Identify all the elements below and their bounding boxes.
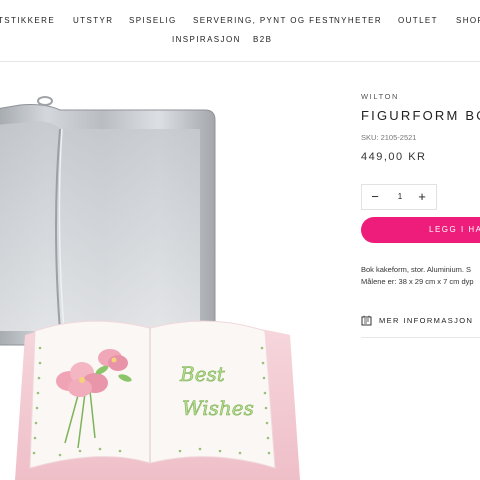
- quantity-stepper: − 1 +: [361, 184, 437, 210]
- nav-item-b2b[interactable]: B2B: [253, 35, 272, 44]
- description-line-2: Målene er: 38 x 29 cm x 7 cm dyp: [361, 277, 474, 286]
- plus-icon[interactable]: +: [412, 188, 432, 206]
- product-sku: SKU: 2105-2521: [361, 133, 417, 142]
- cake-text-wishes: Wishes: [182, 396, 254, 420]
- product-description: Bok kakeform, stor. Aluminium. S Målene …: [361, 264, 480, 288]
- more-information-label: MER INFORMASJON: [379, 316, 474, 325]
- product-title: FIGURFORM BO: [361, 108, 480, 123]
- minus-icon[interactable]: −: [365, 188, 385, 206]
- product-image[interactable]: Best Wishes: [0, 63, 330, 480]
- add-to-cart-button[interactable]: LEGG I HAN: [361, 217, 480, 243]
- product-brand[interactable]: WILTON: [361, 92, 399, 101]
- quantity-value[interactable]: 1: [388, 185, 412, 209]
- cake-text-best: Best: [179, 362, 226, 386]
- more-information-toggle[interactable]: MER INFORMASJON: [361, 314, 480, 328]
- book-pan-illustration: Best Wishes: [0, 96, 300, 480]
- product-price: 449,00 KR: [361, 151, 427, 163]
- description-line-1: Bok kakeform, stor. Aluminium. S: [361, 265, 472, 274]
- nav-item-spiselig[interactable]: SPISELIG: [129, 16, 177, 25]
- divider: [361, 337, 480, 338]
- nav-item-kakestikkere[interactable]: TSTIKKERE: [0, 16, 55, 25]
- nav-item-shop[interactable]: SHOP: [456, 16, 480, 25]
- nav-item-outlet[interactable]: OUTLET: [398, 16, 438, 25]
- nav-item-servering[interactable]: SERVERING, PYNT OG FEST: [193, 16, 335, 25]
- nav-item-inspirasjon[interactable]: INSPIRASJON: [172, 35, 241, 44]
- info-box-icon: [361, 315, 372, 326]
- main-navigation: TSTIKKERE UTSTYR SPISELIG SERVERING, PYN…: [0, 0, 480, 62]
- nav-item-utstyr[interactable]: UTSTYR: [73, 16, 113, 25]
- nav-item-nyheter[interactable]: NYHETER: [334, 16, 382, 25]
